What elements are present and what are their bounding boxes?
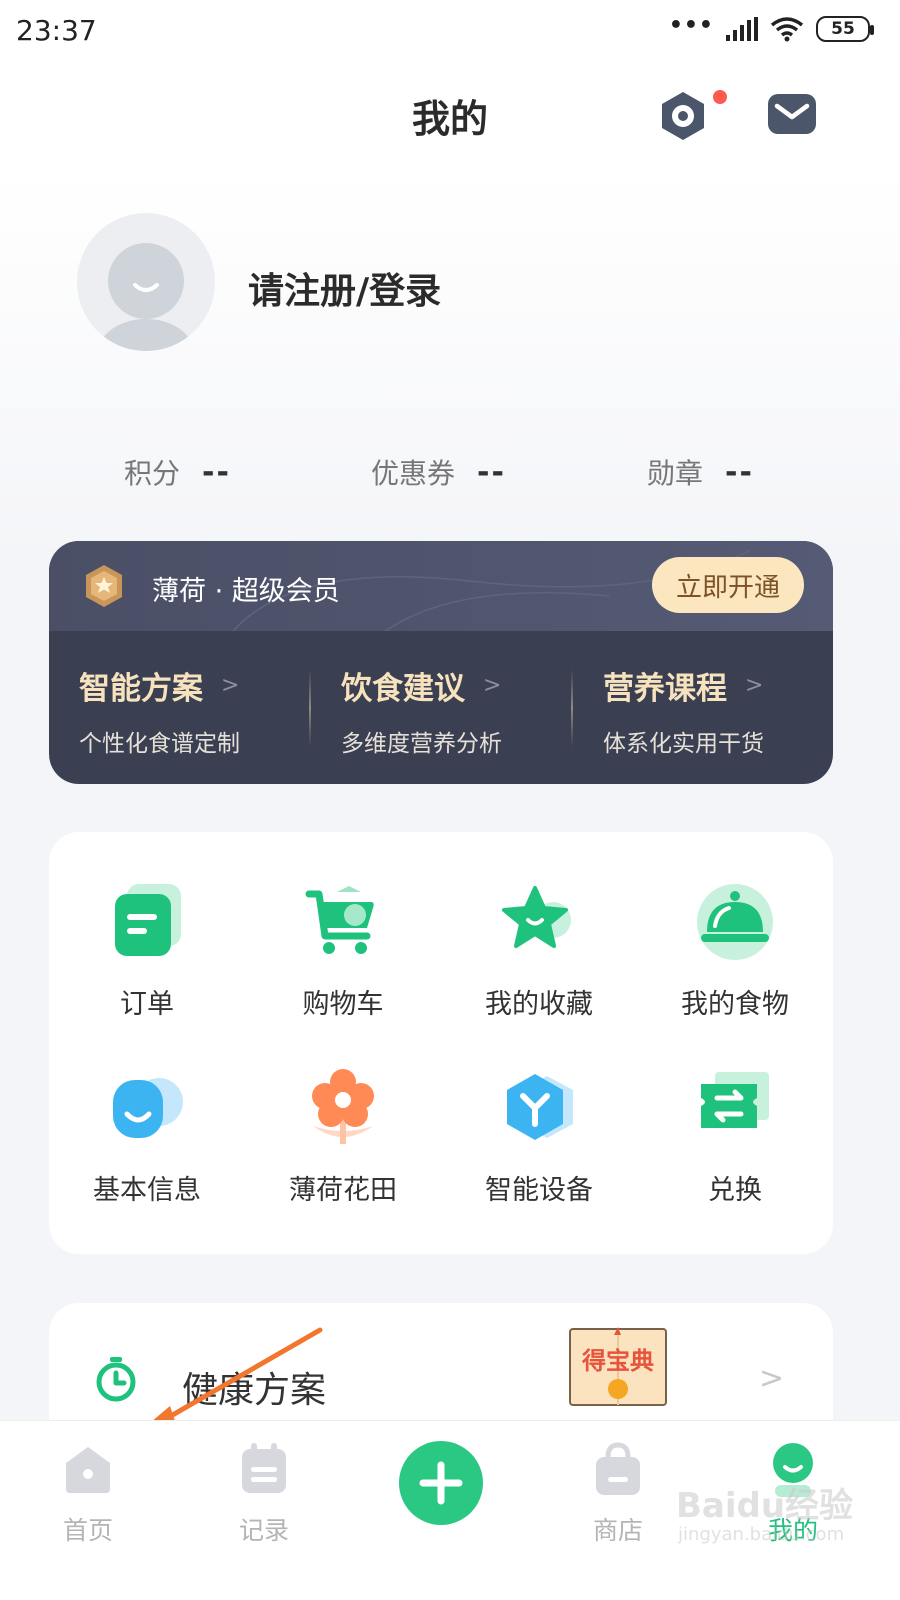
- chevron-right-icon: >: [759, 1361, 785, 1396]
- vip-feature-title: 饮食建议 >: [341, 663, 571, 708]
- add-icon: [419, 1461, 463, 1505]
- guidebook-text: 得宝典: [582, 1347, 654, 1375]
- services-grid: 订单 购物车 我的收藏 我的食物 基本信息 薄荷花田 智能设备 兑换: [49, 832, 833, 1254]
- chevron-right-icon: >: [745, 673, 764, 698]
- nav-shop[interactable]: 商店: [558, 1441, 678, 1547]
- smart-device-icon: [507, 1074, 573, 1140]
- grid-item-orders[interactable]: 订单: [49, 882, 245, 1032]
- nav-label: 记录: [238, 1516, 289, 1545]
- nav-record[interactable]: 记录: [204, 1441, 324, 1547]
- cart-icon: [305, 886, 374, 954]
- watermark-main: Baidu经验: [676, 1486, 854, 1526]
- stat-label: 积分: [124, 457, 181, 490]
- vip-divider: [571, 669, 573, 747]
- nav-home[interactable]: 首页: [28, 1441, 148, 1547]
- vip-feature-title: 智能方案 >: [79, 663, 309, 708]
- order-icon: [115, 884, 181, 956]
- grid-label: 智能设备: [485, 1175, 593, 1206]
- vip-feature-title-text: 营养课程: [603, 671, 727, 707]
- grid-item-favorites[interactable]: 我的收藏: [441, 882, 637, 1032]
- vip-divider: [309, 669, 311, 747]
- mail-icon: [768, 94, 816, 134]
- login-register-link[interactable]: 请注册/登录: [248, 262, 441, 314]
- message-button[interactable]: [765, 90, 819, 140]
- vip-medal-icon: [86, 565, 122, 607]
- stat-value: --: [202, 454, 231, 490]
- grid-item-basic-info[interactable]: 基本信息: [49, 1068, 245, 1218]
- stat-value: --: [725, 454, 754, 490]
- favorite-star-icon: [502, 886, 571, 948]
- chevron-right-icon: >: [221, 673, 240, 698]
- vip-feature-nutrition-course[interactable]: 营养课程 > 体系化实用干货: [603, 663, 833, 758]
- food-cloche-icon: [697, 884, 773, 960]
- avatar[interactable]: [77, 213, 215, 351]
- stat-label: 优惠券: [371, 457, 456, 490]
- nav-label: 首页: [62, 1516, 113, 1545]
- status-dots: •••: [668, 12, 714, 38]
- chevron-right-icon: >: [483, 673, 502, 698]
- battery-level: 55: [831, 19, 855, 39]
- exchange-ticket-icon: [701, 1072, 769, 1128]
- stat-points[interactable]: 积分 --: [124, 452, 231, 492]
- record-icon: [242, 1443, 286, 1493]
- battery-indicator: 55: [816, 16, 874, 42]
- status-indicators: ••• 55: [668, 12, 874, 42]
- vip-open-button[interactable]: 立即开通: [652, 557, 804, 613]
- shop-bag-icon: [596, 1442, 640, 1495]
- status-time: 23:37: [16, 14, 97, 47]
- add-button[interactable]: [399, 1441, 483, 1525]
- status-bar: 23:37 ••• 55: [0, 0, 900, 62]
- vip-feature-title-text: 智能方案: [79, 671, 203, 707]
- stat-coupons[interactable]: 优惠券 --: [371, 452, 506, 492]
- grid-label: 兑换: [708, 1175, 762, 1206]
- vip-feature-subtitle: 多维度营养分析: [341, 731, 502, 757]
- notification-dot: [713, 90, 727, 104]
- grid-label: 购物车: [302, 989, 384, 1020]
- stat-label: 勋章: [647, 457, 704, 490]
- stat-value: --: [477, 454, 506, 490]
- vip-card[interactable]: 薄荷 · 超级会员 立即开通 智能方案 > 个性化食谱定制 饮食建议 > 多维度…: [49, 541, 833, 784]
- grid-label: 订单: [120, 989, 174, 1020]
- vip-feature-title-text: 饮食建议: [341, 671, 465, 707]
- watermark-sub: jingyan.baidu.com: [678, 1524, 845, 1545]
- settings-hexagon-icon: [662, 92, 704, 140]
- nav-label: 商店: [592, 1516, 643, 1545]
- home-icon: [66, 1447, 110, 1493]
- wifi-icon: [770, 17, 804, 42]
- flower-icon: [312, 1069, 374, 1144]
- stat-medals[interactable]: 勋章 --: [647, 452, 754, 492]
- grid-item-my-food[interactable]: 我的食物: [637, 882, 833, 1032]
- grid-item-cart[interactable]: 购物车: [245, 882, 441, 1032]
- grid-label: 我的收藏: [485, 989, 593, 1020]
- grid-label: 薄荷花田: [289, 1175, 397, 1206]
- vip-feature-title: 营养课程 >: [603, 663, 833, 708]
- grid-item-flower-field[interactable]: 薄荷花田: [245, 1068, 441, 1218]
- vip-feature-subtitle: 个性化食谱定制: [79, 731, 240, 757]
- vip-feature-diet-advice[interactable]: 饮食建议 > 多维度营养分析: [341, 663, 571, 758]
- vip-feature-subtitle: 体系化实用干货: [603, 731, 764, 757]
- baidu-watermark: Baidu经验 jingyan.baidu.com: [676, 1478, 876, 1558]
- settings-button[interactable]: [655, 88, 715, 144]
- guidebook-badge: 得宝典: [568, 1327, 668, 1411]
- grid-item-smart-devices[interactable]: 智能设备: [441, 1068, 637, 1218]
- default-avatar-icon: [98, 243, 194, 351]
- grid-item-exchange[interactable]: 兑换: [637, 1068, 833, 1218]
- grid-label: 我的食物: [681, 989, 789, 1020]
- vip-title: 薄荷 · 超级会员: [152, 576, 340, 607]
- signal-icon: [726, 17, 758, 41]
- profile-info-icon: [113, 1078, 183, 1138]
- grid-label: 基本信息: [93, 1175, 201, 1206]
- vip-feature-smart-plan[interactable]: 智能方案 > 个性化食谱定制: [79, 663, 309, 758]
